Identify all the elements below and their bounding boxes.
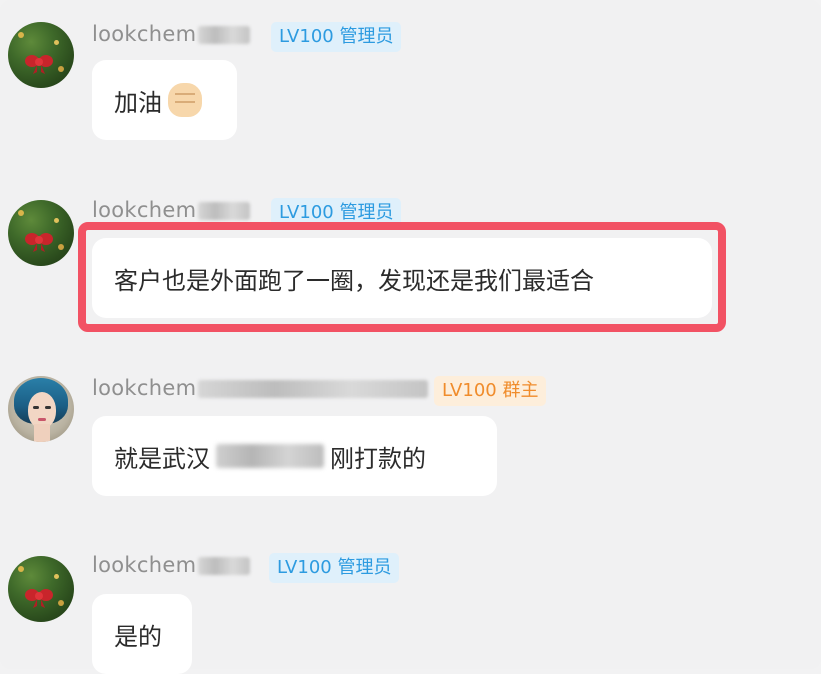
avatar[interactable] — [8, 22, 74, 88]
message-text: 是的 — [114, 622, 162, 651]
bow-icon — [25, 55, 53, 74]
fist-icon — [168, 83, 202, 117]
message-bubble[interactable]: 就是武汉 刚打款的 — [92, 416, 497, 496]
role-badge: LV100 管理员 — [271, 198, 402, 228]
sender-name: lookchem — [92, 198, 251, 222]
redacted-name — [198, 202, 251, 220]
avatar[interactable] — [8, 556, 74, 622]
role-badge: LV100 群主 — [434, 376, 547, 406]
redacted-name — [198, 380, 429, 398]
message-text-end: 刚打款的 — [330, 444, 426, 473]
message-bubble[interactable]: 加油 — [92, 60, 237, 140]
message-bubble[interactable]: 是的 — [92, 594, 192, 674]
avatar[interactable] — [8, 376, 74, 442]
message-bubble[interactable]: 客户也是外面跑了一圈，发现还是我们最适合 — [92, 238, 712, 318]
role-badge: LV100 管理员 — [269, 553, 400, 583]
bow-icon — [25, 589, 53, 608]
sender-name: lookchem — [92, 553, 251, 577]
message-text-start: 就是武汉 — [114, 444, 210, 473]
bow-icon — [25, 233, 53, 252]
sender-name: lookchem — [92, 376, 429, 400]
message-text: 加油 — [114, 88, 162, 117]
sender-name: lookchem — [92, 22, 251, 46]
message-text: 客户也是外面跑了一圈，发现还是我们最适合 — [114, 266, 594, 295]
redacted-name — [198, 557, 251, 575]
redacted-name — [198, 26, 251, 44]
avatar[interactable] — [8, 200, 74, 266]
chat-panel: lookchem LV100 管理员 加油 lookchem LV100 管理员… — [0, 0, 821, 674]
redacted-text — [216, 444, 324, 468]
role-badge: LV100 管理员 — [271, 22, 402, 52]
